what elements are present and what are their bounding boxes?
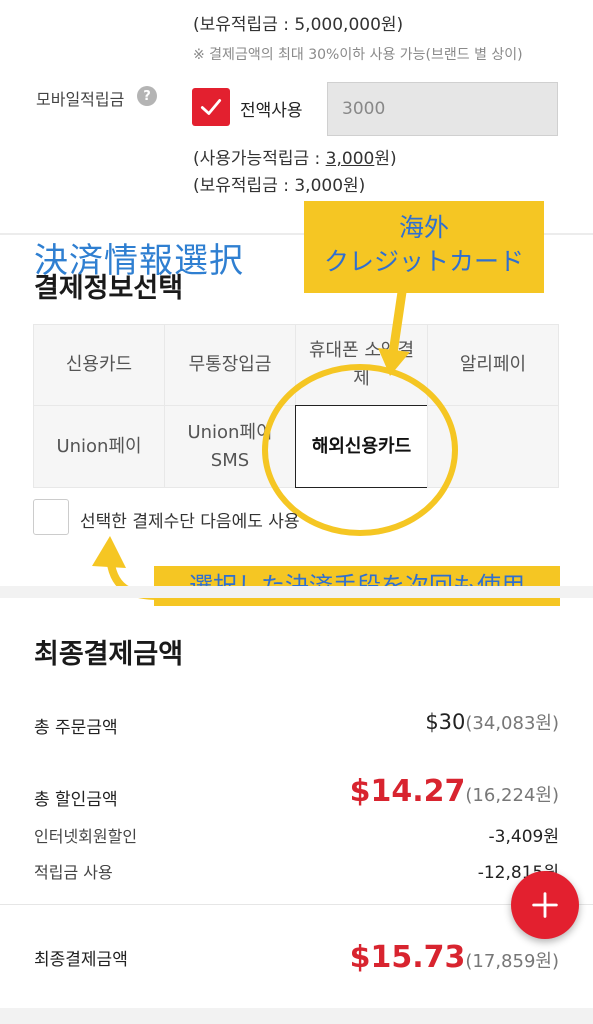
save-payment-checkbox[interactable] <box>33 499 69 535</box>
save-payment-label: 선택한 결제수단 다음에도 사용 <box>80 512 300 532</box>
mobile-points-label: 모바일적립금 <box>36 90 125 109</box>
annotation-arrow-down-icon <box>378 290 410 376</box>
use-all-label: 전액사용 <box>240 101 303 121</box>
available-suffix: 원) <box>374 149 397 169</box>
payment-method-unionpay[interactable]: Union페이 <box>33 405 165 488</box>
bottom-bar <box>0 1008 593 1024</box>
payment-method-credit-card[interactable]: 신용카드 <box>33 324 165 406</box>
section-divider-thick <box>0 586 593 598</box>
final-amount-title: 최종결제금액 <box>34 639 184 670</box>
use-all-checkbox[interactable] <box>192 88 230 126</box>
final-separator <box>0 904 593 905</box>
annotation-overseas-card: 海外 クレジットカード <box>304 201 544 293</box>
floating-add-button[interactable] <box>511 871 579 939</box>
discount-krw: (16,224원) <box>465 785 559 806</box>
owned-points: (보유적립금 : 3,000원) <box>193 176 366 196</box>
payment-method-label: 무통장입금 <box>188 354 272 375</box>
order-total-value: $30(34,083원) <box>425 709 559 735</box>
payment-method-label: 신용카드 <box>65 354 133 375</box>
available-amount: 3,000 <box>325 149 375 169</box>
payment-method-label: Union페이 <box>56 435 142 457</box>
final-usd: $15.73 <box>349 940 466 975</box>
points-input-value: 3000 <box>342 99 386 119</box>
member-discount-value: -3,409원 <box>488 827 559 847</box>
help-icon-glyph: ? <box>143 88 151 104</box>
points-input[interactable]: 3000 <box>327 82 558 136</box>
points-max-note: ※ 결제금액의 최대 30%이하 사용 가능(브랜드 별 상이) <box>193 47 523 63</box>
order-total-label: 총 주문금액 <box>34 718 118 738</box>
payment-method-label: 알리페이 <box>459 354 527 375</box>
annotation-overseas-card-text: 海外 クレジットカード <box>323 213 524 276</box>
discount-value: $14.27(16,224원) <box>350 774 559 809</box>
discount-label: 총 할인금액 <box>34 790 118 810</box>
annotation-payment-info: 決済情報選択 <box>34 241 244 281</box>
points-used-label: 적립금 사용 <box>34 863 113 882</box>
order-total-usd: $30 <box>425 710 466 734</box>
payment-method-alipay[interactable]: 알리페이 <box>427 324 559 406</box>
discount-usd: $14.27 <box>349 774 466 809</box>
owned-points-top: (보유적립금 : 5,000,000원) <box>193 15 404 35</box>
final-krw: (17,859원) <box>465 951 559 972</box>
plus-icon <box>532 892 558 918</box>
checkmark-icon <box>200 99 222 115</box>
order-total-krw: (34,083원) <box>465 713 559 734</box>
member-discount-label: 인터넷회원할인 <box>34 827 138 846</box>
available-prefix: (사용가능적립금 : <box>193 149 326 169</box>
final-amount-value: $15.73(17,859원) <box>350 940 559 975</box>
help-icon[interactable]: ? <box>137 86 157 106</box>
available-points: (사용가능적립금 : 3,000원) <box>193 144 397 169</box>
payment-method-bank-transfer[interactable]: 무통장입금 <box>164 324 296 406</box>
final-amount-label: 최종결제금액 <box>34 950 128 970</box>
